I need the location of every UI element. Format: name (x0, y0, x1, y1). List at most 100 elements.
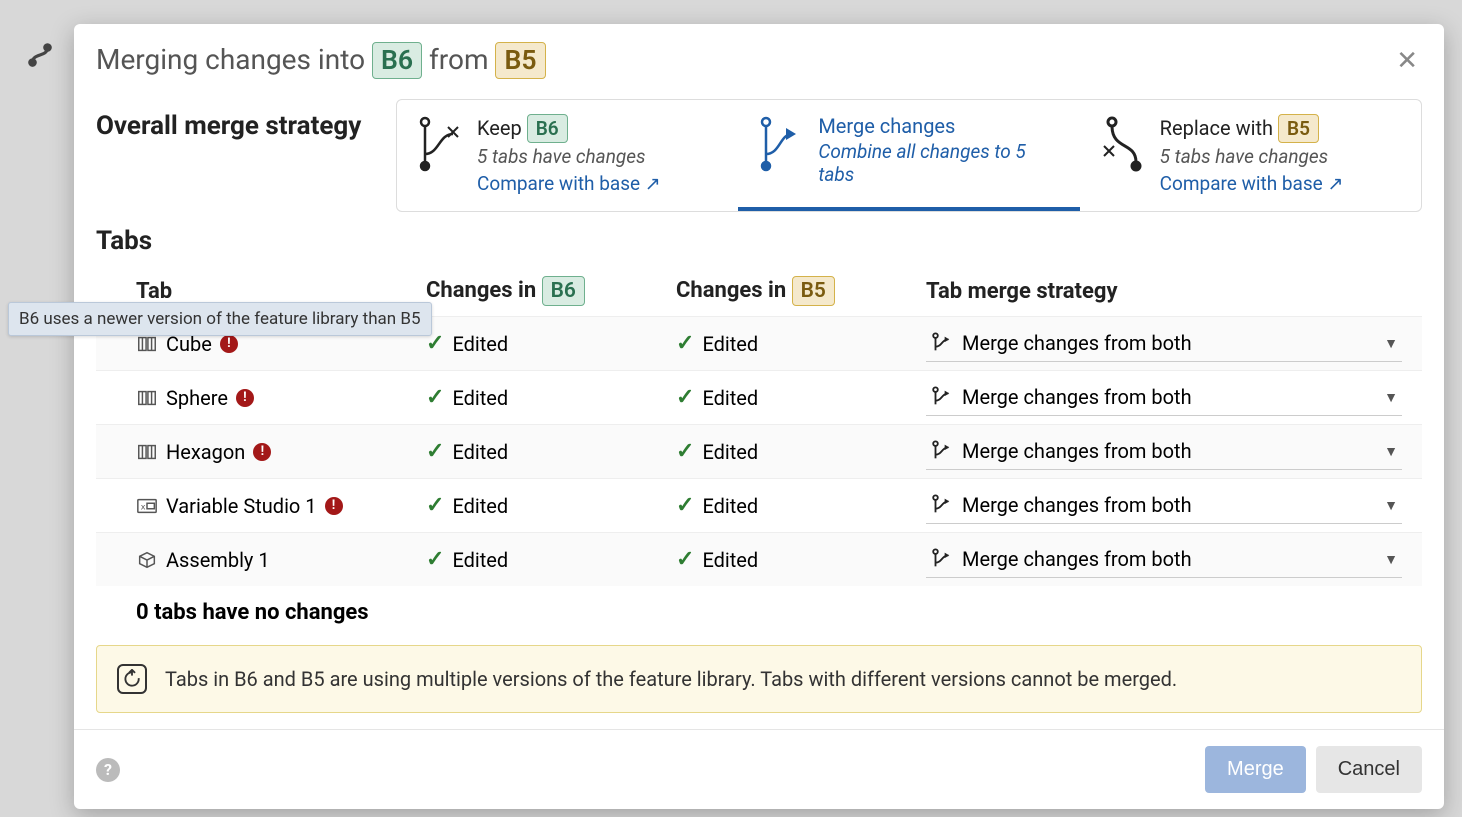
col-changes-b5: Changes in B5 (676, 276, 926, 306)
tab-name: Assembly 1 (166, 548, 270, 572)
banner-text: Tabs in B6 and B5 are using multiple ver… (165, 667, 1177, 691)
tabs-section: Tabs Tab Changes in B6 Changes in B5 Tab… (74, 212, 1444, 639)
keep-sub: 5 tabs have changes (477, 145, 720, 168)
source-branch-badge: B5 (495, 42, 545, 79)
b5-status: Edited (702, 548, 758, 572)
b5-change: ✓ Edited (676, 439, 926, 464)
keep-compare-link[interactable]: Compare with base ↗ (477, 172, 720, 195)
replace-compare-link[interactable]: Compare with base ↗ (1160, 172, 1403, 195)
close-button[interactable]: ✕ (1392, 44, 1422, 78)
b6-change: ✓Edited (426, 547, 676, 572)
partstudio-icon (136, 387, 158, 409)
row-strategy-cell: Merge changes from both▼ (926, 433, 1422, 470)
check-icon: ✓ (676, 439, 694, 464)
table-row: Hexagon!✓Edited✓EditedMerge changes from… (96, 424, 1422, 478)
row-strategy-text: Merge changes from both (962, 547, 1374, 571)
overall-strategy-row: Overall merge strategy Keep B6 (74, 89, 1444, 212)
dialog-footer: ? Merge Cancel (74, 729, 1444, 809)
check-icon: ✓ (676, 547, 694, 572)
row-strategy-cell: Merge changes from both ▼ (926, 325, 1422, 362)
tab-cell: x Variable Studio 1! (136, 494, 426, 518)
row-strategy-select[interactable]: Merge changes from both▼ (926, 541, 1402, 578)
b5-change: ✓ Edited (676, 385, 926, 410)
tab-name: Variable Studio 1 (166, 494, 317, 518)
merge-button[interactable]: Merge (1205, 746, 1306, 793)
title-prefix: Merging changes into (96, 43, 365, 76)
row-strategy-text: Merge changes from both (962, 439, 1374, 463)
strategy-merge[interactable]: Merge changes Combine all changes to 5 t… (738, 100, 1079, 211)
b6-change: ✓ Edited (426, 439, 676, 464)
b6-change: ✓ Edited (426, 385, 676, 410)
dialog-title: Merging changes into B6 from B5 (96, 42, 1392, 79)
assembly-icon (136, 549, 158, 571)
dialog-header: Merging changes into B6 from B5 ✕ (74, 24, 1444, 89)
b6-status: Edited (452, 494, 508, 518)
replace-title: Replace with B5 (1160, 114, 1403, 143)
b5-change: ✓ Edited (676, 493, 926, 518)
row-strategy-select[interactable]: Merge changes from both▼ (926, 487, 1402, 524)
help-button[interactable]: ? (96, 758, 120, 782)
check-icon: ✓ (426, 493, 444, 518)
col-strategy: Tab merge strategy (926, 279, 1422, 304)
row-strategy-text: Merge changes from both (962, 493, 1374, 517)
warning-icon: ! (236, 389, 254, 407)
merge-changes-icon (930, 494, 952, 516)
table-row: Sphere!✓Edited✓EditedMerge changes from … (96, 370, 1422, 424)
row-strategy-text: Merge changes from both (962, 331, 1374, 355)
strategy-replace[interactable]: Replace with B5 5 tabs have changes Comp… (1080, 100, 1421, 211)
replace-icon (1098, 114, 1146, 174)
col-b5-badge: B5 (792, 276, 835, 306)
target-branch-badge: B6 (372, 42, 422, 79)
col-tab: Tab (136, 279, 426, 304)
b6-status: Edited (452, 386, 508, 410)
no-changes-label: 0 tabs have no changes (96, 586, 1422, 639)
chevron-down-icon: ▼ (1384, 335, 1398, 352)
b5-status: Edited (702, 494, 758, 518)
cancel-button[interactable]: Cancel (1316, 746, 1422, 793)
background-app-icon (25, 40, 55, 70)
check-icon: ✓ (676, 331, 694, 356)
title-middle: from (429, 43, 488, 76)
merge-title: Merge changes (818, 114, 1061, 138)
row-strategy-select[interactable]: Merge changes from both ▼ (926, 379, 1402, 416)
overall-strategy-label: Overall merge strategy (96, 99, 376, 141)
b6-status: Edited (452, 440, 508, 464)
variable-icon: x (136, 495, 158, 517)
check-icon: ✓ (676, 385, 694, 410)
row-strategy-cell: Merge changes from both▼ (926, 487, 1422, 524)
check-icon: ✓ (426, 547, 444, 572)
b6-change: ✓Edited (426, 331, 676, 356)
b5-status: Edited (702, 386, 758, 410)
col-changes-b6: Changes in B6 (426, 276, 676, 306)
table-row: Assembly 1✓Edited✓EditedMerge changes fr… (96, 532, 1422, 586)
warning-icon: ! (325, 497, 343, 515)
b6-status: Edited (452, 332, 508, 356)
chevron-down-icon: ▼ (1384, 389, 1398, 406)
merge-changes-icon (930, 548, 952, 570)
replace-sub: 5 tabs have changes (1160, 145, 1403, 168)
tab-cell: Hexagon! (136, 440, 426, 464)
merge-dialog: Merging changes into B6 from B5 ✕ Overal… (74, 24, 1444, 809)
b5-change: ✓ Edited (676, 331, 926, 356)
b5-status: Edited (702, 332, 758, 356)
strategy-cards: Keep B6 5 tabs have changes Compare with… (396, 99, 1422, 212)
tab-cell: Assembly 1 (136, 548, 426, 572)
merge-changes-icon (930, 440, 952, 462)
row-strategy-cell: Merge changes from both▼ (926, 541, 1422, 578)
tab-cell: Sphere! (136, 386, 426, 410)
row-strategy-select[interactable]: Merge changes from both▼ (926, 433, 1402, 470)
b5-status: Edited (702, 440, 758, 464)
merge-changes-icon (930, 332, 952, 354)
keep-badge: B6 (527, 114, 568, 143)
check-icon: ✓ (426, 439, 444, 464)
check-icon: ✓ (676, 493, 694, 518)
keep-icon (415, 114, 463, 174)
col-b6-badge: B6 (542, 276, 585, 306)
merge-changes-icon (930, 386, 952, 408)
merge-icon (756, 114, 804, 174)
strategy-keep[interactable]: Keep B6 5 tabs have changes Compare with… (397, 100, 738, 211)
row-strategy-text: Merge changes from both (962, 385, 1374, 409)
row-strategy-select[interactable]: Merge changes from both ▼ (926, 325, 1402, 362)
b6-change: ✓ Edited (426, 493, 676, 518)
check-icon: ✓ (426, 385, 444, 410)
